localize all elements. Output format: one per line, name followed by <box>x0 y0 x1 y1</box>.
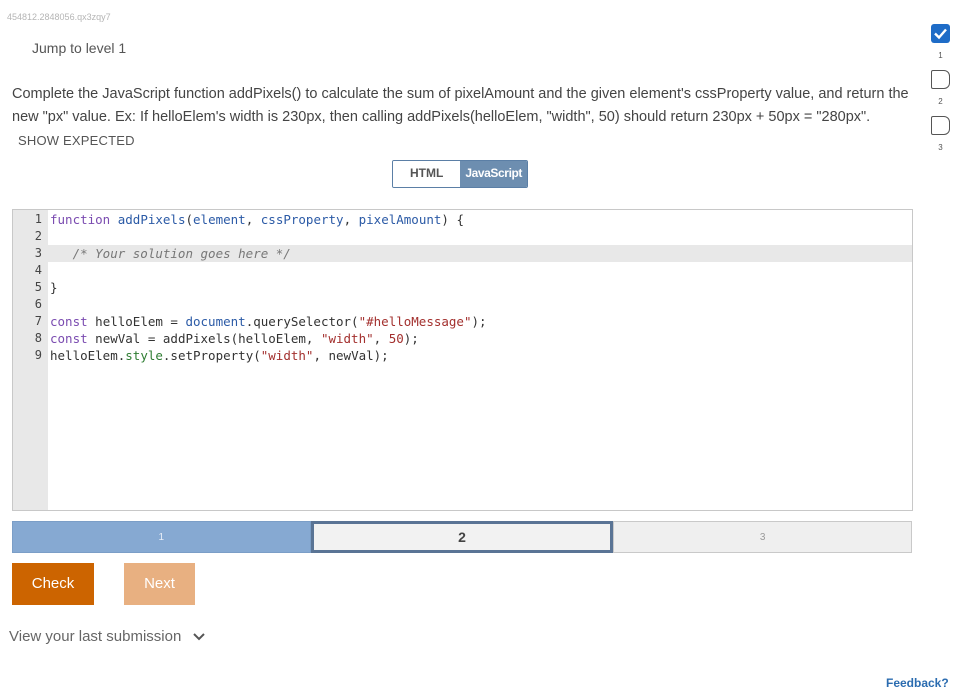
tab-javascript[interactable]: JavaScript <box>460 161 528 187</box>
line-number: 9 <box>34 348 42 362</box>
code-line[interactable]: 4 <box>13 262 912 279</box>
level-number: 1 <box>938 51 943 60</box>
line-number: 3 <box>34 246 42 260</box>
progress-segment-2[interactable]: 2 <box>310 521 614 553</box>
chevron-down-icon <box>193 632 206 640</box>
session-id: 454812.2848056.qx3zqy7 <box>7 12 111 22</box>
checkmark-icon <box>931 24 950 43</box>
level-1[interactable]: 1 <box>930 24 952 70</box>
code-line[interactable]: 1 function addPixels(element, cssPropert… <box>13 211 912 228</box>
line-number: 5 <box>34 280 42 294</box>
code-line[interactable]: 7 const helloElem = document.querySelect… <box>13 313 912 330</box>
code-line[interactable]: 5 } <box>13 279 912 296</box>
level-checklist: 1 2 3 <box>930 24 952 162</box>
code-editor[interactable]: 1 function addPixels(element, cssPropert… <box>12 209 913 511</box>
problem-prompt: Complete the JavaScript function addPixe… <box>12 83 912 153</box>
line-number: 1 <box>34 212 42 226</box>
check-button[interactable]: Check <box>12 563 94 605</box>
tab-html[interactable]: HTML <box>393 161 461 187</box>
code-line[interactable]: 8 const newVal = addPixels(helloElem, "w… <box>13 330 912 347</box>
line-number: 4 <box>34 263 42 277</box>
line-number: 6 <box>34 297 42 311</box>
code-line[interactable]: 2 <box>13 228 912 245</box>
view-last-submission[interactable]: View your last submission <box>9 628 206 645</box>
prompt-text: Complete the JavaScript function addPixe… <box>12 86 909 125</box>
level-box-icon <box>931 70 950 89</box>
code-line[interactable]: 9 helloElem.style.setProperty("width", n… <box>13 347 912 364</box>
show-expected-link[interactable]: SHOW EXPECTED <box>18 133 135 148</box>
level-2[interactable]: 2 <box>930 70 952 116</box>
line-number: 7 <box>34 314 42 328</box>
jump-to-level-link[interactable]: Jump to level 1 <box>32 40 126 56</box>
code-line[interactable]: 6 <box>13 296 912 313</box>
next-button[interactable]: Next <box>124 563 195 605</box>
level-box-icon <box>931 116 950 135</box>
progress-segment-1[interactable]: 1 <box>12 521 311 553</box>
level-3[interactable]: 3 <box>930 116 952 162</box>
view-last-submission-label: View your last submission <box>9 628 182 645</box>
level-progress-bar: 1 2 3 <box>12 521 913 553</box>
line-number: 2 <box>34 229 42 243</box>
language-toggle: HTML JavaScript <box>392 160 529 188</box>
progress-segment-3[interactable]: 3 <box>613 521 913 553</box>
level-number: 3 <box>938 143 943 152</box>
line-number: 8 <box>34 331 42 345</box>
level-number: 2 <box>938 97 943 106</box>
code-line-active[interactable]: 3 /* Your solution goes here */ <box>13 245 912 262</box>
feedback-link[interactable]: Feedback? <box>886 676 949 690</box>
